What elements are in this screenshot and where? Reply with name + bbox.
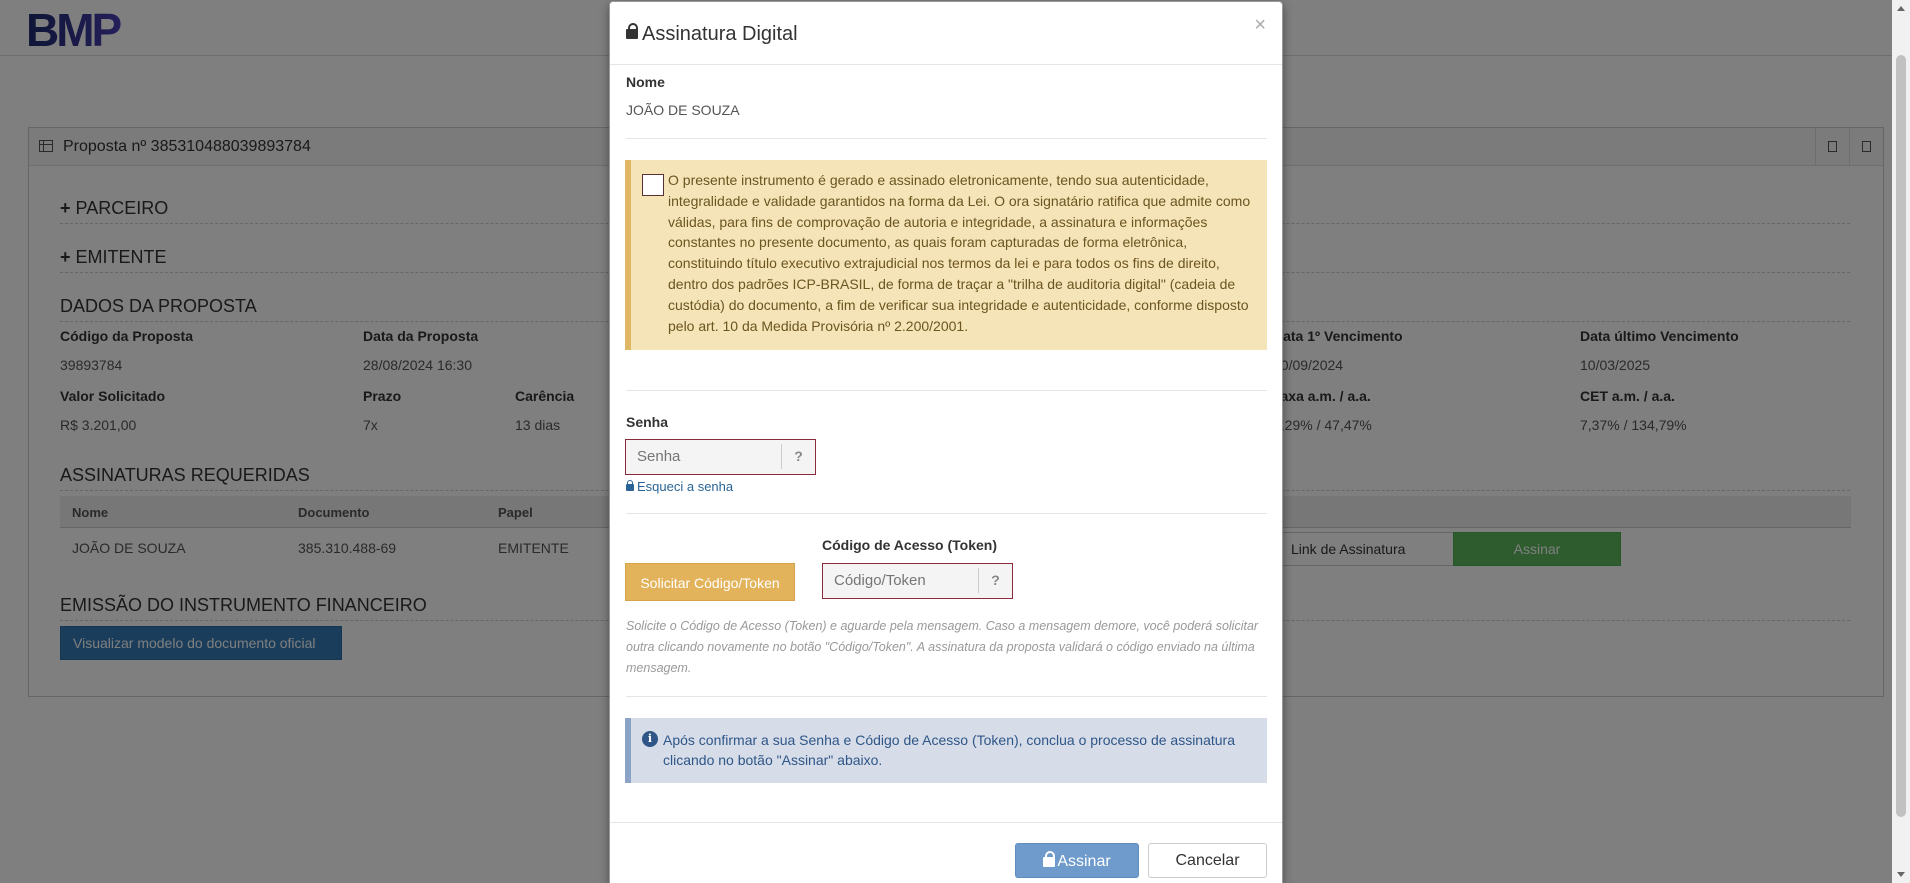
modal-title: Assinatura Digital — [626, 23, 798, 46]
close-button[interactable]: × — [1254, 15, 1266, 35]
lock-icon — [626, 480, 634, 492]
lock-icon — [626, 23, 638, 41]
info-text: Após confirmar a sua Senha e Código de A… — [663, 732, 1235, 768]
token-label: Código de Acesso (Token) — [822, 537, 998, 553]
divider — [626, 138, 1267, 139]
forgot-password-link[interactable]: Esqueci a senha — [626, 479, 733, 494]
agree-checkbox[interactable] — [642, 174, 664, 196]
scroll-up-icon[interactable] — [1897, 6, 1905, 11]
assinar-button[interactable]: Assinar — [1015, 843, 1139, 878]
token-input-group: ? — [822, 563, 1013, 599]
assinatura-modal: Assinatura Digital × Nome JOÃO DE SOUZA … — [609, 1, 1283, 883]
divider — [626, 696, 1267, 697]
scroll-thumb[interactable] — [1896, 55, 1906, 817]
senha-input[interactable] — [626, 440, 781, 473]
token-help-button[interactable]: ? — [978, 568, 1012, 593]
senha-help-button[interactable]: ? — [781, 444, 815, 469]
divider — [626, 513, 1267, 514]
info-box: i Após confirmar a sua Senha e Código de… — [625, 718, 1267, 783]
token-hint: Solicite o Código de Acesso (Token) e ag… — [626, 619, 1259, 675]
senha-input-group: ? — [625, 439, 816, 475]
page-scrollbar[interactable] — [1892, 0, 1910, 883]
token-input[interactable] — [823, 564, 978, 597]
modal-footer: Assinar Cancelar — [610, 822, 1282, 883]
nome-label: Nome — [626, 74, 665, 90]
modal-header: Assinatura Digital × — [610, 2, 1282, 65]
scroll-down-icon[interactable] — [1897, 872, 1905, 877]
declaration-box: O presente instrumento é gerado e assina… — [625, 160, 1267, 350]
declaration-text: O presente instrumento é gerado e assina… — [668, 172, 1251, 334]
info-icon: i — [642, 731, 658, 747]
cancel-button[interactable]: Cancelar — [1148, 843, 1267, 878]
solicitar-token-button[interactable]: Solicitar Código/Token — [625, 563, 795, 601]
nome-value: JOÃO DE SOUZA — [626, 102, 740, 118]
divider — [626, 390, 1267, 391]
lock-icon — [1043, 851, 1056, 867]
senha-label: Senha — [626, 414, 669, 430]
